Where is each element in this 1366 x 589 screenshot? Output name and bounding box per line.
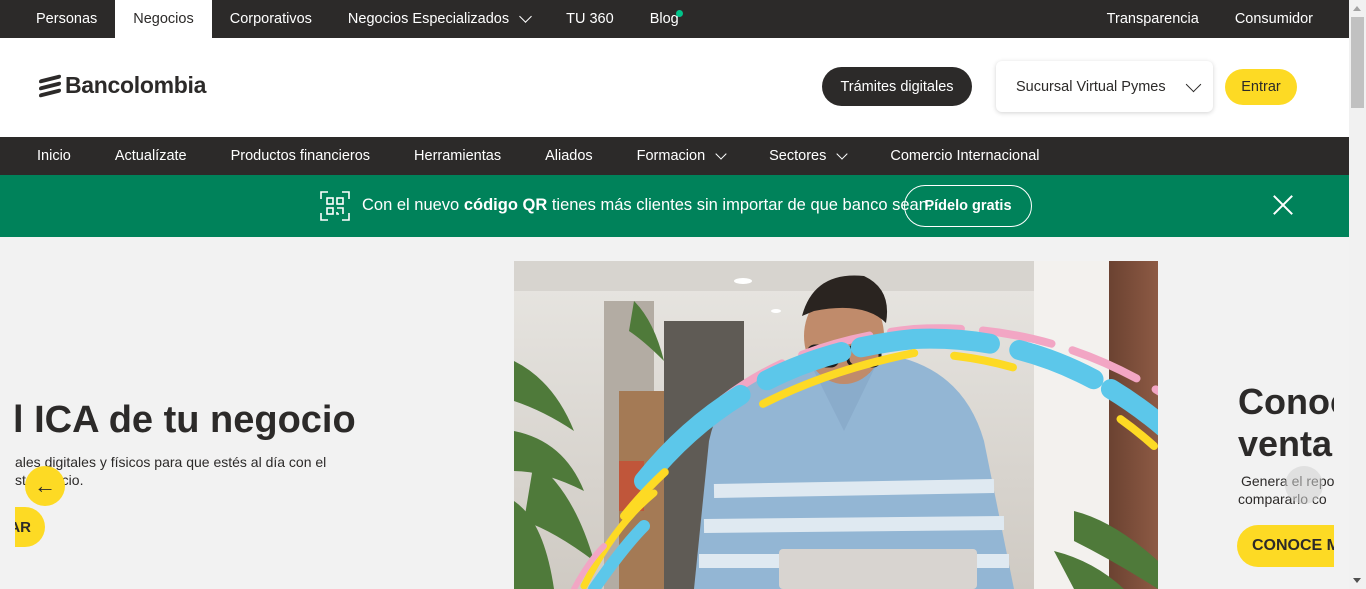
qr-code-icon [320,191,350,221]
scrollbar-thumb[interactable] [1351,17,1364,108]
tramites-digitales-button[interactable]: Trámites digitales [822,67,972,106]
tab-blog[interactable]: Blog [632,0,697,38]
chevron-down-icon [836,147,849,160]
nav-item-label: Sectores [769,148,827,164]
carousel-slide-next: Conoc venta Genera el repo compararlo co… [1237,237,1334,589]
slide-title: venta [1238,423,1333,464]
nav-item-label: Actualízate [114,148,187,164]
nav-item-label: Herramientas [414,148,502,164]
slide-title: Conoc [1238,381,1334,422]
tab-negocios[interactable]: Negocios [115,0,212,38]
carousel-slide-previous: l ICA de tu negocio ales digitales y fís… [15,237,514,589]
entrar-button[interactable]: Entrar [1225,69,1297,105]
sucursal-label: Sucursal Virtual Pymes [1016,78,1166,95]
nav-item-aliados[interactable]: Aliados [523,148,615,164]
nav-item-label: Inicio [37,148,71,164]
arrow-left-icon: ← [34,473,56,498]
tab-label: Blog [649,11,679,27]
chevron-down-icon [715,147,727,160]
slide-cta-button[interactable]: CONOCE M [1237,525,1334,567]
link-consumidor[interactable]: Consumidor [1217,0,1331,38]
tab-tu-360[interactable]: TU 360 [548,0,632,38]
slide-title: l ICA de tu negocio [15,399,356,441]
sucursal-virtual-dropdown[interactable]: Sucursal Virtual Pymes [996,61,1213,112]
nav-item-inicio[interactable]: Inicio [15,148,93,164]
segment-topbar: Personas Negocios Corporativos Negocios Esp… [0,0,1349,38]
nav-item-label: Comercio Internacional [890,148,1040,164]
close-icon[interactable] [1272,194,1294,216]
banner-text: Con el nuevo código QR tienes más client… [362,196,932,215]
tab-negocios-especializados[interactable]: Negocios Especializados [330,0,548,38]
nav-item-actualizate[interactable]: Actualízate [93,148,209,164]
nav-item-productos-financieros[interactable]: Productos financieros [209,148,392,164]
link-transparencia[interactable]: Transparencia [1089,0,1217,38]
slide-description: ales digitales y físicos para que estés … [15,454,327,470]
carousel-prev-button[interactable]: ← [25,466,65,506]
site-header: Bancolombia Trámites digitales Sucursal … [0,38,1349,137]
logo-text: Bancolombia [65,72,207,98]
scroll-down-arrow-icon[interactable] [1353,578,1361,583]
chevron-down-icon [1185,76,1201,92]
nav-item-comercio-internacional[interactable]: Comercio Internacional [868,148,1061,164]
tab-label: Negocios Especializados [347,11,510,27]
bancolombia-logo[interactable]: Bancolombia [39,72,206,99]
qr-promo-banner: Con el nuevo código QR tienes más client… [0,175,1349,237]
nav-item-label: Productos financieros [230,148,371,164]
banner-text-bold: código QR [463,196,548,214]
nav-item-formacion[interactable]: Formacion [615,147,748,164]
hero-photo-man-laptop [514,261,1158,589]
tab-personas[interactable]: Personas [18,0,115,38]
main-navigation: Inicio Actualízate Productos financieros He… [0,137,1349,175]
chevron-down-icon [519,10,532,23]
notification-dot [675,10,683,17]
tab-label: Personas [36,11,98,27]
tab-label: Corporativos [229,11,312,27]
pidelo-gratis-button[interactable]: Pídelo gratis [904,185,1032,227]
scroll-up-arrow-icon[interactable] [1353,6,1361,11]
nav-item-label: Formacion [636,148,706,164]
nav-item-herramientas[interactable]: Herramientas [392,148,523,164]
nav-item-sectores[interactable]: Sectores [747,147,868,164]
slide-cta-button[interactable]: AR [15,507,45,547]
hero-carousel: l ICA de tu negocio ales digitales y fís… [0,237,1349,589]
carousel-next-button[interactable] [1285,466,1323,504]
tab-label: TU 360 [566,11,614,27]
nav-item-label: Aliados [545,148,593,164]
page-scrollbar[interactable] [1349,0,1366,589]
tab-corporativos[interactable]: Corporativos [212,0,330,38]
banner-text-end: tienes más clientes sin importar de que … [547,196,933,214]
banner-text-start: Con el nuevo [362,196,464,214]
tab-label: Negocios [133,11,194,27]
logo-mark-icon [39,73,61,98]
utility-links: Transparencia Consumidor [1089,0,1331,38]
segment-tabs: Personas Negocios Corporativos Negocios Esp… [18,0,697,38]
